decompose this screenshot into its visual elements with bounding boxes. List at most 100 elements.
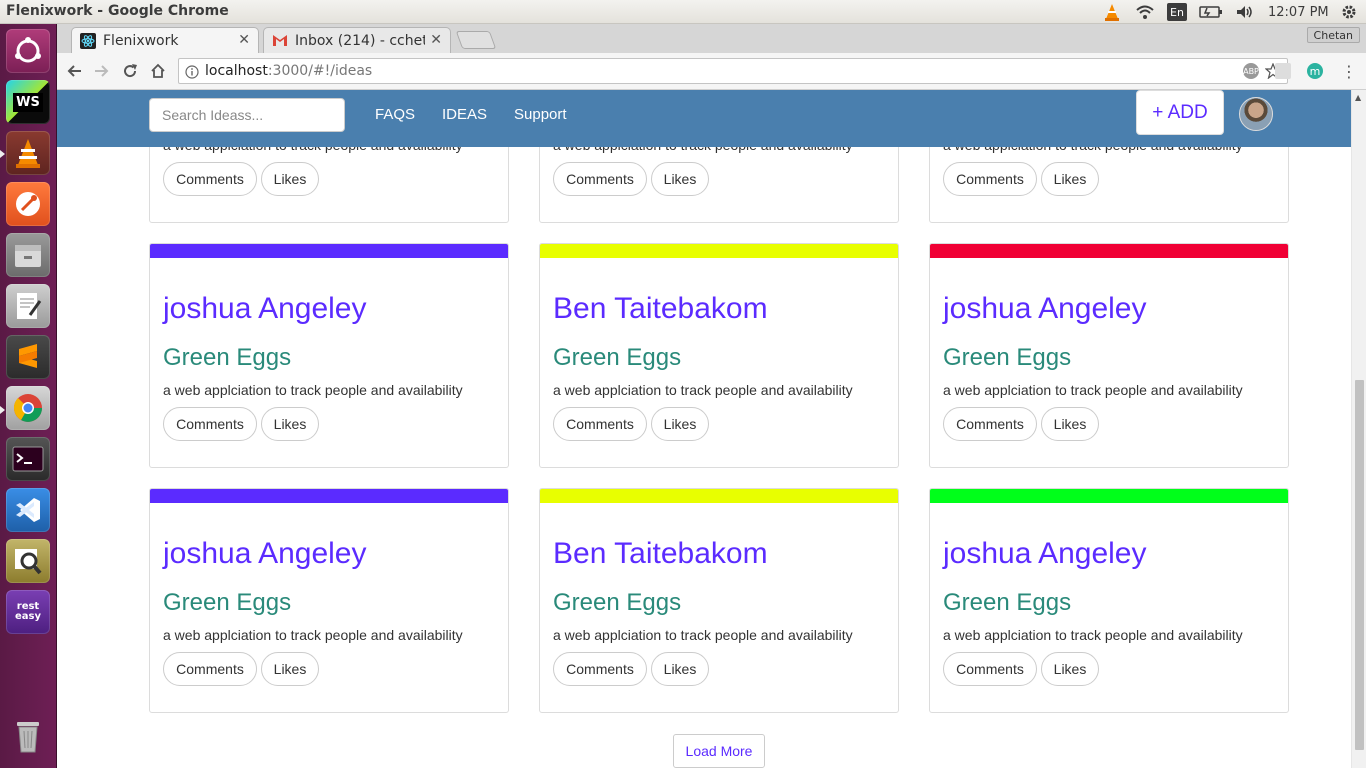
trash-icon[interactable] (6, 714, 50, 758)
tab-title: Inbox (214) - ccheta (295, 32, 425, 49)
browser-tabstrip: Flenixwork ✕ Inbox (214) - ccheta ✕ Chet… (57, 24, 1366, 53)
avatar[interactable] (1239, 97, 1273, 131)
card-title[interactable]: Green Eggs (553, 344, 681, 372)
likes-button[interactable]: Likes (1041, 407, 1099, 441)
url-path: :3000/#!/ideas (267, 63, 373, 79)
idea-card: Ben Taitebakom Green Eggs a web applciat… (539, 243, 899, 468)
system-monitor-icon[interactable] (6, 539, 50, 583)
card-author[interactable]: joshua Angeley (943, 537, 1147, 571)
card-description: a web applciation to track people and av… (943, 382, 1243, 398)
scrollbar-thumb[interactable] (1355, 380, 1364, 750)
likes-button[interactable]: Likes (261, 162, 319, 196)
card-description: a web applciation to track people and av… (553, 382, 853, 398)
comments-button[interactable]: Comments (553, 162, 647, 196)
comments-button[interactable]: Comments (163, 162, 257, 196)
card-title[interactable]: Green Eggs (163, 344, 291, 372)
card-title[interactable]: Green Eggs (943, 589, 1071, 617)
text-editor-icon[interactable] (6, 284, 50, 328)
card-title[interactable]: Green Eggs (943, 344, 1071, 372)
comments-button[interactable]: Comments (943, 652, 1037, 686)
wifi-icon[interactable] (1135, 3, 1155, 21)
card-title[interactable]: Green Eggs (553, 589, 681, 617)
app-navbar: FAQS IDEAS Support + ADD (57, 90, 1351, 147)
info-icon[interactable] (185, 64, 199, 83)
terminal-icon[interactable] (6, 437, 50, 481)
vlc-icon[interactable] (1103, 3, 1121, 21)
scroll-up-arrow-icon[interactable]: ▲ (1355, 93, 1361, 102)
battery-icon[interactable] (1198, 3, 1224, 21)
close-icon[interactable]: ✕ (430, 32, 442, 48)
extension-icon[interactable] (1275, 63, 1291, 79)
unity-launcher: WS rest easy (0, 24, 57, 768)
likes-button[interactable]: Likes (1041, 652, 1099, 686)
menu-kebab-icon[interactable]: ⋮ (1339, 61, 1359, 81)
postman-icon[interactable] (6, 182, 50, 226)
card-author[interactable]: joshua Angeley (163, 292, 367, 326)
nav-link-faqs[interactable]: FAQS (375, 106, 415, 123)
likes-button[interactable]: Likes (651, 407, 709, 441)
volume-icon[interactable] (1235, 3, 1255, 21)
likes-button[interactable]: Likes (261, 407, 319, 441)
card-color-stripe (540, 244, 898, 258)
nav-link-support[interactable]: Support (514, 106, 567, 123)
idea-card: joshua Angeley Green Eggs a web applciat… (149, 488, 509, 713)
browser-toolbar: localhost:3000/#!/ideas ABP m ⋮ (57, 53, 1366, 90)
url-host: localhost (205, 63, 268, 79)
clock[interactable]: 12:07 PM (1268, 3, 1329, 21)
profile-chip[interactable]: Chetan (1306, 27, 1360, 43)
card-description: a web applciation to track people and av… (163, 627, 463, 643)
files-icon[interactable] (6, 233, 50, 277)
add-idea-button[interactable]: + ADD (1136, 90, 1224, 135)
comments-button[interactable]: Comments (943, 162, 1037, 196)
page-scrollbar[interactable]: ▲ (1351, 90, 1366, 768)
likes-button[interactable]: Likes (651, 162, 709, 196)
new-tab-button[interactable] (455, 31, 497, 49)
rest-easy-icon[interactable]: rest easy (6, 590, 50, 634)
back-arrow-icon[interactable] (64, 61, 84, 81)
card-author[interactable]: Ben Taitebakom (553, 537, 768, 571)
reload-icon[interactable] (120, 61, 140, 81)
m-extension-icon[interactable]: m (1307, 63, 1323, 79)
nav-link-ideas[interactable]: IDEAS (442, 106, 487, 123)
webstorm-icon[interactable]: WS (6, 80, 50, 124)
likes-button[interactable]: Likes (651, 652, 709, 686)
idea-card: joshua Angeley Green Eggs a web applciat… (149, 243, 509, 468)
comments-button[interactable]: Comments (553, 652, 647, 686)
vlc-launcher-icon[interactable] (6, 131, 50, 175)
close-icon[interactable]: ✕ (238, 32, 250, 48)
sublime-text-icon[interactable] (6, 335, 50, 379)
window-title: Flenixwork - Google Chrome (6, 3, 229, 19)
card-author[interactable]: Ben Taitebakom (553, 292, 768, 326)
ubuntu-dash-icon[interactable] (6, 29, 50, 73)
comments-button[interactable]: Comments (553, 407, 647, 441)
visual-studio-code-icon[interactable] (6, 488, 50, 532)
card-color-stripe (930, 489, 1288, 503)
comments-button[interactable]: Comments (163, 407, 257, 441)
comments-button[interactable]: Comments (943, 407, 1037, 441)
card-title[interactable]: Green Eggs (163, 589, 291, 617)
tab-gmail-inbox[interactable]: Inbox (214) - ccheta ✕ (263, 27, 451, 53)
load-more-button[interactable]: Load More (673, 734, 765, 768)
card-color-stripe (540, 489, 898, 503)
adblock-plus-icon[interactable]: ABP (1243, 63, 1259, 79)
settings-gear-icon[interactable] (1340, 3, 1358, 21)
chrome-icon[interactable] (6, 386, 50, 430)
forward-arrow-icon[interactable] (92, 61, 112, 81)
card-color-stripe (930, 244, 1288, 258)
likes-button[interactable]: Likes (261, 652, 319, 686)
tab-flenixwork[interactable]: Flenixwork ✕ (71, 27, 259, 53)
card-color-stripe (150, 244, 508, 258)
address-bar[interactable]: localhost:3000/#!/ideas (178, 58, 1288, 84)
likes-button[interactable]: Likes (1041, 162, 1099, 196)
home-icon[interactable] (148, 61, 168, 81)
keyboard-layout-icon[interactable]: En (1167, 3, 1187, 21)
tab-title: Flenixwork (103, 32, 179, 49)
card-author[interactable]: joshua Angeley (943, 292, 1147, 326)
comments-button[interactable]: Comments (163, 652, 257, 686)
search-input[interactable] (149, 98, 345, 132)
card-color-stripe (150, 489, 508, 503)
webstorm-label: WS (13, 92, 43, 112)
idea-card: Ben Taitebakom Green Eggs a web applciat… (539, 488, 899, 713)
card-author[interactable]: joshua Angeley (163, 537, 367, 571)
os-top-panel: Flenixwork - Google Chrome En 12:07 PM (0, 0, 1366, 24)
